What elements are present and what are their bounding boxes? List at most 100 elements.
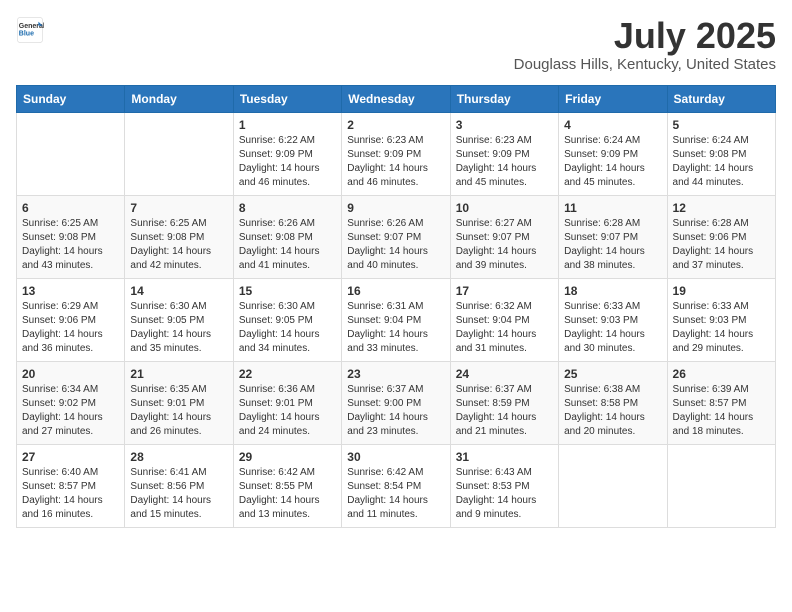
day-number: 19 xyxy=(673,284,770,298)
day-info: Sunrise: 6:29 AMSunset: 9:06 PMDaylight:… xyxy=(22,301,103,354)
weekday-header-row: SundayMondayTuesdayWednesdayThursdayFrid… xyxy=(17,85,776,112)
day-info: Sunrise: 6:27 AMSunset: 9:07 PMDaylight:… xyxy=(456,218,537,271)
day-number: 1 xyxy=(239,118,336,132)
weekday-header-wednesday: Wednesday xyxy=(342,85,450,112)
day-cell: 2 Sunrise: 6:23 AMSunset: 9:09 PMDayligh… xyxy=(342,112,450,195)
day-number: 15 xyxy=(239,284,336,298)
day-number: 24 xyxy=(456,367,553,381)
day-info: Sunrise: 6:40 AMSunset: 8:57 PMDaylight:… xyxy=(22,467,103,520)
day-info: Sunrise: 6:43 AMSunset: 8:53 PMDaylight:… xyxy=(456,467,537,520)
weekday-header-sunday: Sunday xyxy=(17,85,125,112)
week-row-5: 27 Sunrise: 6:40 AMSunset: 8:57 PMDaylig… xyxy=(17,444,776,527)
day-cell: 31 Sunrise: 6:43 AMSunset: 8:53 PMDaylig… xyxy=(450,444,558,527)
day-info: Sunrise: 6:23 AMSunset: 9:09 PMDaylight:… xyxy=(456,135,537,188)
svg-text:Blue: Blue xyxy=(19,31,34,38)
day-number: 7 xyxy=(130,201,227,215)
day-cell: 25 Sunrise: 6:38 AMSunset: 8:58 PMDaylig… xyxy=(559,361,667,444)
day-number: 22 xyxy=(239,367,336,381)
weekday-header-saturday: Saturday xyxy=(667,85,775,112)
day-info: Sunrise: 6:37 AMSunset: 8:59 PMDaylight:… xyxy=(456,384,537,437)
day-cell xyxy=(667,444,775,527)
day-info: Sunrise: 6:22 AMSunset: 9:09 PMDaylight:… xyxy=(239,135,320,188)
day-info: Sunrise: 6:26 AMSunset: 9:07 PMDaylight:… xyxy=(347,218,428,271)
day-info: Sunrise: 6:42 AMSunset: 8:55 PMDaylight:… xyxy=(239,467,320,520)
day-cell: 19 Sunrise: 6:33 AMSunset: 9:03 PMDaylig… xyxy=(667,278,775,361)
logo: General Blue xyxy=(16,16,44,44)
day-info: Sunrise: 6:35 AMSunset: 9:01 PMDaylight:… xyxy=(130,384,211,437)
day-cell: 17 Sunrise: 6:32 AMSunset: 9:04 PMDaylig… xyxy=(450,278,558,361)
day-number: 27 xyxy=(22,450,119,464)
day-cell: 20 Sunrise: 6:34 AMSunset: 9:02 PMDaylig… xyxy=(17,361,125,444)
day-info: Sunrise: 6:34 AMSunset: 9:02 PMDaylight:… xyxy=(22,384,103,437)
day-cell: 3 Sunrise: 6:23 AMSunset: 9:09 PMDayligh… xyxy=(450,112,558,195)
day-number: 26 xyxy=(673,367,770,381)
day-info: Sunrise: 6:24 AMSunset: 9:08 PMDaylight:… xyxy=(673,135,754,188)
day-info: Sunrise: 6:36 AMSunset: 9:01 PMDaylight:… xyxy=(239,384,320,437)
day-cell xyxy=(17,112,125,195)
day-number: 14 xyxy=(130,284,227,298)
day-cell: 30 Sunrise: 6:42 AMSunset: 8:54 PMDaylig… xyxy=(342,444,450,527)
day-number: 13 xyxy=(22,284,119,298)
day-info: Sunrise: 6:39 AMSunset: 8:57 PMDaylight:… xyxy=(673,384,754,437)
day-cell: 1 Sunrise: 6:22 AMSunset: 9:09 PMDayligh… xyxy=(233,112,341,195)
day-cell: 11 Sunrise: 6:28 AMSunset: 9:07 PMDaylig… xyxy=(559,195,667,278)
location-title: Douglass Hills, Kentucky, United States xyxy=(514,56,776,73)
day-info: Sunrise: 6:25 AMSunset: 9:08 PMDaylight:… xyxy=(22,218,103,271)
day-info: Sunrise: 6:33 AMSunset: 9:03 PMDaylight:… xyxy=(673,301,754,354)
day-number: 20 xyxy=(22,367,119,381)
day-cell: 22 Sunrise: 6:36 AMSunset: 9:01 PMDaylig… xyxy=(233,361,341,444)
day-info: Sunrise: 6:28 AMSunset: 9:06 PMDaylight:… xyxy=(673,218,754,271)
day-number: 25 xyxy=(564,367,661,381)
day-cell: 15 Sunrise: 6:30 AMSunset: 9:05 PMDaylig… xyxy=(233,278,341,361)
day-cell: 6 Sunrise: 6:25 AMSunset: 9:08 PMDayligh… xyxy=(17,195,125,278)
day-number: 12 xyxy=(673,201,770,215)
logo-icon: General Blue xyxy=(16,16,44,44)
day-number: 17 xyxy=(456,284,553,298)
title-area: July 2025 Douglass Hills, Kentucky, Unit… xyxy=(514,16,776,73)
day-info: Sunrise: 6:31 AMSunset: 9:04 PMDaylight:… xyxy=(347,301,428,354)
day-info: Sunrise: 6:30 AMSunset: 9:05 PMDaylight:… xyxy=(239,301,320,354)
day-info: Sunrise: 6:23 AMSunset: 9:09 PMDaylight:… xyxy=(347,135,428,188)
day-number: 30 xyxy=(347,450,444,464)
day-number: 6 xyxy=(22,201,119,215)
day-cell: 7 Sunrise: 6:25 AMSunset: 9:08 PMDayligh… xyxy=(125,195,233,278)
day-info: Sunrise: 6:28 AMSunset: 9:07 PMDaylight:… xyxy=(564,218,645,271)
day-number: 31 xyxy=(456,450,553,464)
day-number: 23 xyxy=(347,367,444,381)
day-cell: 27 Sunrise: 6:40 AMSunset: 8:57 PMDaylig… xyxy=(17,444,125,527)
header: General Blue July 2025 Douglass Hills, K… xyxy=(16,16,776,73)
week-row-4: 20 Sunrise: 6:34 AMSunset: 9:02 PMDaylig… xyxy=(17,361,776,444)
day-info: Sunrise: 6:33 AMSunset: 9:03 PMDaylight:… xyxy=(564,301,645,354)
week-row-1: 1 Sunrise: 6:22 AMSunset: 9:09 PMDayligh… xyxy=(17,112,776,195)
weekday-header-tuesday: Tuesday xyxy=(233,85,341,112)
day-cell: 24 Sunrise: 6:37 AMSunset: 8:59 PMDaylig… xyxy=(450,361,558,444)
week-row-2: 6 Sunrise: 6:25 AMSunset: 9:08 PMDayligh… xyxy=(17,195,776,278)
day-number: 2 xyxy=(347,118,444,132)
day-number: 18 xyxy=(564,284,661,298)
month-title: July 2025 xyxy=(514,16,776,56)
day-number: 10 xyxy=(456,201,553,215)
day-number: 8 xyxy=(239,201,336,215)
day-cell: 26 Sunrise: 6:39 AMSunset: 8:57 PMDaylig… xyxy=(667,361,775,444)
day-number: 5 xyxy=(673,118,770,132)
day-cell: 8 Sunrise: 6:26 AMSunset: 9:08 PMDayligh… xyxy=(233,195,341,278)
day-info: Sunrise: 6:38 AMSunset: 8:58 PMDaylight:… xyxy=(564,384,645,437)
day-cell: 28 Sunrise: 6:41 AMSunset: 8:56 PMDaylig… xyxy=(125,444,233,527)
day-info: Sunrise: 6:42 AMSunset: 8:54 PMDaylight:… xyxy=(347,467,428,520)
calendar-table: SundayMondayTuesdayWednesdayThursdayFrid… xyxy=(16,85,776,528)
day-info: Sunrise: 6:24 AMSunset: 9:09 PMDaylight:… xyxy=(564,135,645,188)
day-cell: 14 Sunrise: 6:30 AMSunset: 9:05 PMDaylig… xyxy=(125,278,233,361)
day-cell xyxy=(559,444,667,527)
day-cell: 16 Sunrise: 6:31 AMSunset: 9:04 PMDaylig… xyxy=(342,278,450,361)
day-cell: 12 Sunrise: 6:28 AMSunset: 9:06 PMDaylig… xyxy=(667,195,775,278)
day-number: 4 xyxy=(564,118,661,132)
day-number: 11 xyxy=(564,201,661,215)
day-info: Sunrise: 6:26 AMSunset: 9:08 PMDaylight:… xyxy=(239,218,320,271)
day-cell: 23 Sunrise: 6:37 AMSunset: 9:00 PMDaylig… xyxy=(342,361,450,444)
weekday-header-thursday: Thursday xyxy=(450,85,558,112)
weekday-header-monday: Monday xyxy=(125,85,233,112)
day-cell: 4 Sunrise: 6:24 AMSunset: 9:09 PMDayligh… xyxy=(559,112,667,195)
day-number: 16 xyxy=(347,284,444,298)
day-info: Sunrise: 6:25 AMSunset: 9:08 PMDaylight:… xyxy=(130,218,211,271)
week-row-3: 13 Sunrise: 6:29 AMSunset: 9:06 PMDaylig… xyxy=(17,278,776,361)
